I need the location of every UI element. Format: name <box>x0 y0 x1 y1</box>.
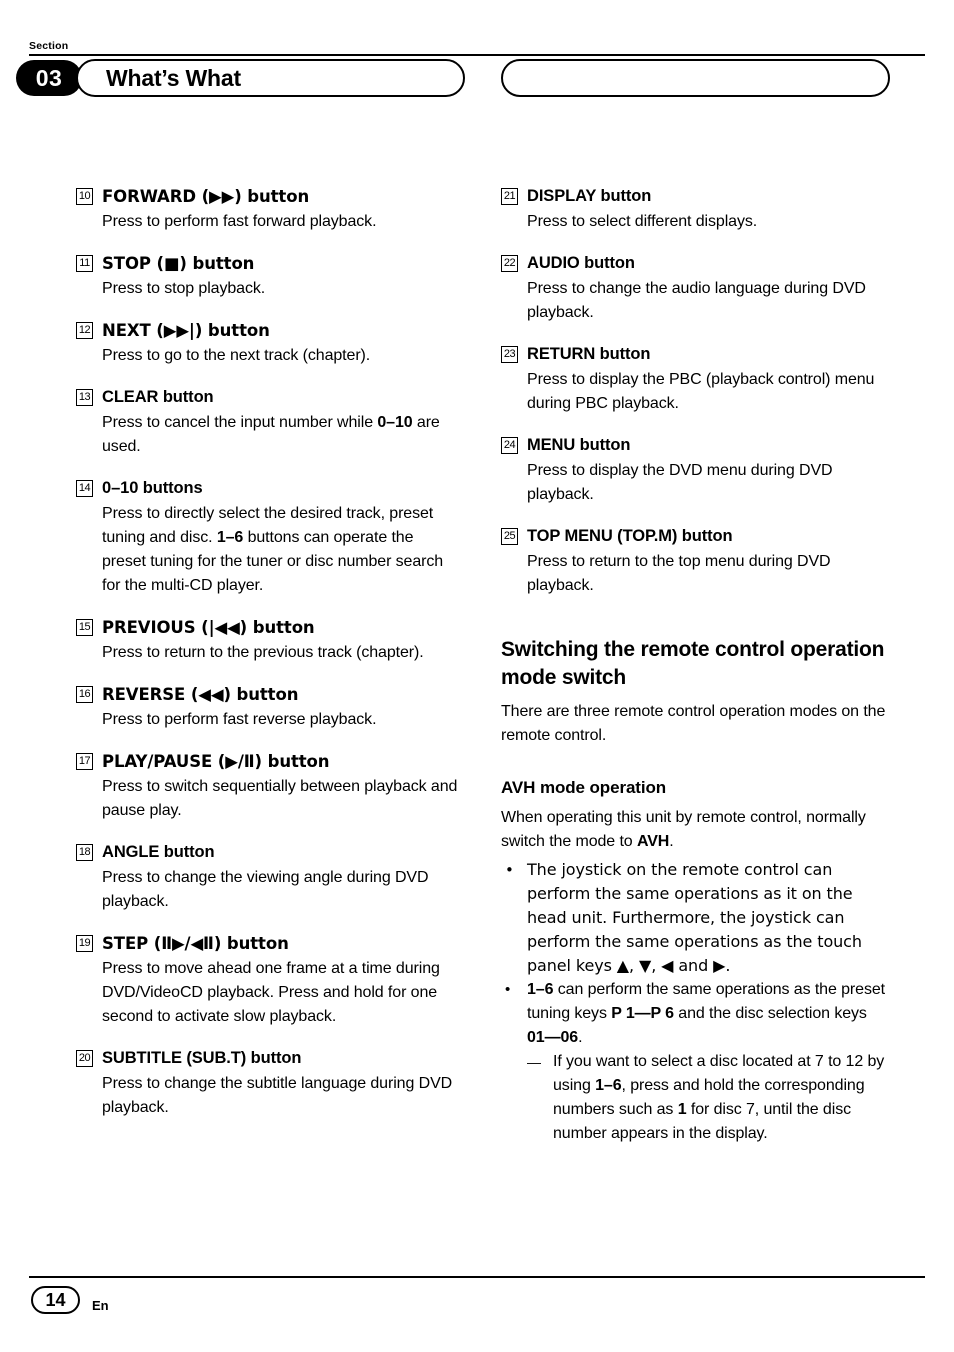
entry-title: STOP (■) button <box>102 254 255 273</box>
entry-previous: 15 PREVIOUS (|◀◀) button Press to return… <box>76 616 461 665</box>
entry-body: Press to move ahead one frame at a time … <box>102 960 440 1025</box>
page-title: What’s What <box>106 64 241 91</box>
entry-body: Press to change the subtitle language du… <box>102 1075 453 1116</box>
bullet2-text-3: . <box>578 1029 583 1046</box>
entry-body: Press to cancel the input number while 0… <box>76 411 461 459</box>
entry-number: 24 <box>501 437 518 454</box>
avh-intro-text-2: . <box>669 833 674 850</box>
entry-body: Press to return to the top menu during D… <box>527 553 831 594</box>
page-title-pill: What’s What <box>76 59 465 97</box>
entry-title: PREVIOUS (|◀◀) button <box>102 618 315 637</box>
language-code: En <box>92 1298 109 1313</box>
footer-rule <box>29 1276 925 1278</box>
entry-body-text: Press to cancel the input number while <box>102 414 378 431</box>
entry-title: NEXT (▶▶|) button <box>102 321 270 340</box>
entry-forward: 10 FORWARD (▶▶) button Press to perform … <box>76 185 461 234</box>
entry-number: 25 <box>501 528 518 545</box>
entry-title: DISPLAY button <box>527 187 652 205</box>
dash-disc-select: If you want to select a disc located at … <box>501 1050 886 1146</box>
entry-number: 19 <box>76 935 93 952</box>
section-heading-switching: Switching the remote control operation m… <box>501 638 885 689</box>
entry-body: Press to change the audio language durin… <box>527 280 866 321</box>
entry-title: ANGLE button <box>102 843 215 861</box>
entry-title: PLAY/PAUSE (▶/Ⅱ) button <box>102 752 330 771</box>
document-page: Section 03 What’s What 10 FORWARD (▶▶) b… <box>0 0 954 1352</box>
entry-title: STEP (Ⅱ▶/◀Ⅱ) button <box>102 934 289 953</box>
entry-next: 12 NEXT (▶▶|) button Press to go to the … <box>76 319 461 368</box>
section-number-badge: 03 <box>16 60 82 96</box>
bullet-joystick: The joystick on the remote control can p… <box>501 858 886 978</box>
entry-body-emphasis: 0–10 <box>377 414 413 431</box>
entry-number: 12 <box>76 322 93 339</box>
entry-body: Press to go to the next track (chapter). <box>102 347 371 364</box>
entry-body: Press to change the viewing angle during… <box>102 869 429 910</box>
entry-title: SUBTITLE (SUB.T) button <box>102 1049 302 1067</box>
entry-number: 18 <box>76 844 93 861</box>
entry-menu: 24 MENU button Press to display the DVD … <box>501 434 886 507</box>
switching-intro: There are three remote control operation… <box>501 703 886 744</box>
bullet2-emph-1: 1–6 <box>527 981 554 998</box>
section-label: Section <box>29 40 69 52</box>
entry-body: Press to select different displays. <box>527 213 758 230</box>
bullet-preset-tuning: 1–6 can perform the same operations as t… <box>501 978 886 1050</box>
header-rule <box>29 54 925 56</box>
entry-number: 14 <box>76 480 93 497</box>
entry-number: 21 <box>501 188 518 205</box>
bullet2-emph-3: 01—06 <box>527 1029 579 1046</box>
entry-body: Press to directly select the desired tra… <box>76 502 461 598</box>
entry-title: CLEAR button <box>102 388 214 406</box>
entry-title: MENU button <box>527 436 631 454</box>
entry-body: Press to display the DVD menu during DVD… <box>527 462 833 503</box>
entry-body: Press to stop playback. <box>102 280 266 297</box>
avh-intro: When operating this unit by remote contr… <box>501 806 886 854</box>
entry-body: Press to switch sequentially between pla… <box>102 778 458 819</box>
entry-title: REVERSE (◀◀) button <box>102 685 299 704</box>
entry-body-emphasis: 1–6 <box>216 529 244 546</box>
entry-display: 21 DISPLAY button Press to select differ… <box>501 185 886 234</box>
entry-title: AUDIO button <box>527 254 635 272</box>
entry-top-menu: 25 TOP MENU (TOP.M) button Press to retu… <box>501 525 886 598</box>
entry-step: 19 STEP (Ⅱ▶/◀Ⅱ) button Press to move ahe… <box>76 932 461 1029</box>
left-column: 10 FORWARD (▶▶) button Press to perform … <box>76 185 461 1138</box>
entry-subtitle: 20 SUBTITLE (SUB.T) button Press to chan… <box>76 1047 461 1120</box>
entry-angle: 18 ANGLE button Press to change the view… <box>76 841 461 914</box>
entry-title: 0–10 buttons <box>102 479 203 497</box>
bullet2-emph-2: P 1—P 6 <box>611 1005 674 1022</box>
entry-number: 16 <box>76 686 93 703</box>
entry-stop: 11 STOP (■) button Press to stop playbac… <box>76 252 461 301</box>
dash-emph-2: 1 <box>677 1101 687 1118</box>
entry-body: Press to perform fast forward playback. <box>102 213 377 230</box>
entry-body: Press to display the PBC (playback contr… <box>527 371 875 412</box>
entry-number: 17 <box>76 753 93 770</box>
entry-number: 22 <box>501 255 518 272</box>
page-number-badge: 14 <box>31 1286 80 1314</box>
dash-emph-1: 1–6 <box>595 1077 622 1094</box>
entry-body: Press to return to the previous track (c… <box>102 644 424 661</box>
entry-number: 10 <box>76 188 93 205</box>
bullet2-text-2: and the disc selection keys <box>673 1005 867 1022</box>
subheading-avh-mode: AVH mode operation <box>501 778 667 797</box>
entry-number: 23 <box>501 346 518 363</box>
entry-number: 15 <box>76 619 93 636</box>
header-right-pill <box>501 59 890 97</box>
entry-number: 13 <box>76 389 93 406</box>
right-column: 21 DISPLAY button Press to select differ… <box>501 185 886 1146</box>
entry-number: 20 <box>76 1050 93 1067</box>
entry-audio: 22 AUDIO button Press to change the audi… <box>501 252 886 325</box>
entry-clear: 13 CLEAR button Press to cancel the inpu… <box>76 386 461 459</box>
entry-return: 23 RETURN button Press to display the PB… <box>501 343 886 416</box>
entry-body: Press to perform fast reverse playback. <box>102 711 377 728</box>
avh-intro-text: When operating this unit by remote contr… <box>501 809 866 850</box>
entry-play-pause: 17 PLAY/PAUSE (▶/Ⅱ) button Press to swit… <box>76 750 461 823</box>
entry-number: 11 <box>76 255 93 272</box>
entry-title: TOP MENU (TOP.M) button <box>527 527 733 545</box>
avh-intro-emphasis: AVH <box>636 833 670 850</box>
entry-title: FORWARD (▶▶) button <box>102 187 310 206</box>
entry-title: RETURN button <box>527 345 651 363</box>
entry-0-10-buttons: 14 0–10 buttons Press to directly select… <box>76 477 461 598</box>
entry-reverse: 16 REVERSE (◀◀) button Press to perform … <box>76 683 461 732</box>
